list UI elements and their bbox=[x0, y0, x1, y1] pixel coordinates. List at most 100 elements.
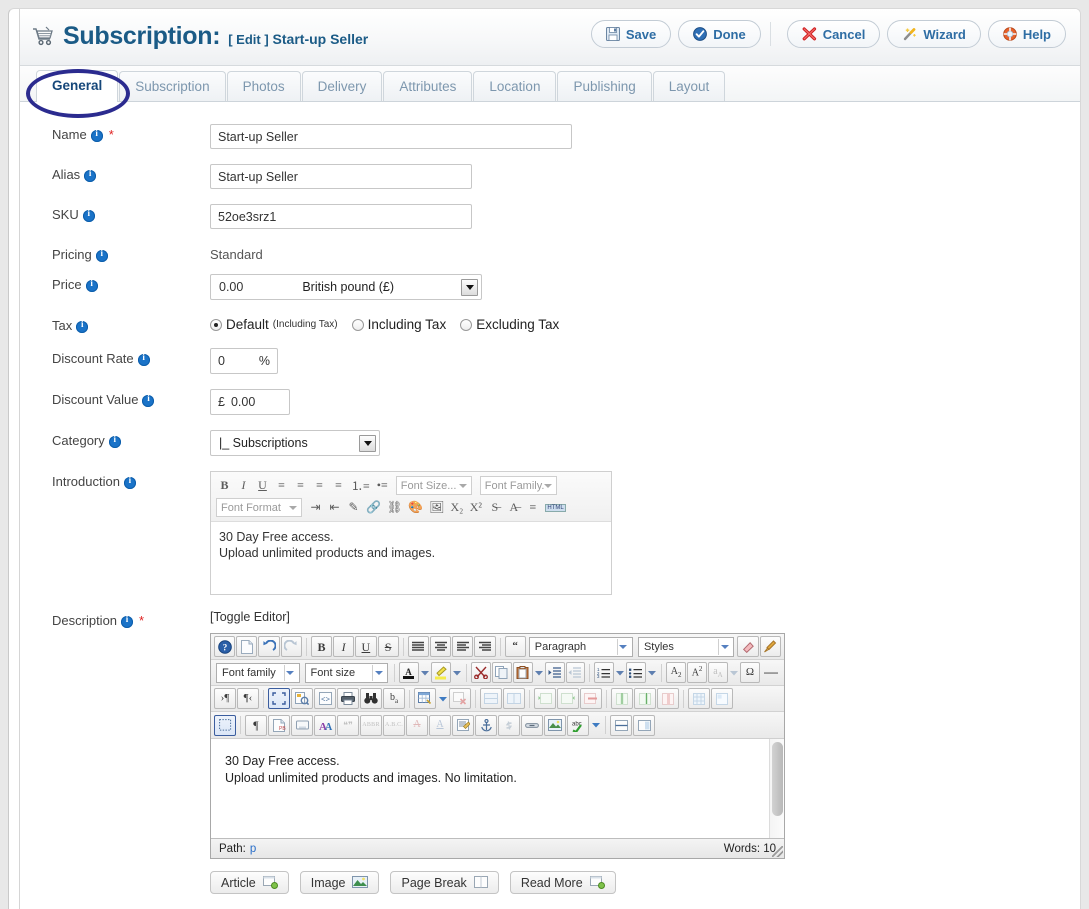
insert-row-after-icon[interactable] bbox=[557, 688, 579, 709]
info-icon[interactable] bbox=[108, 434, 121, 448]
info-icon[interactable] bbox=[76, 319, 89, 333]
info-icon[interactable] bbox=[137, 352, 150, 366]
underline-icon[interactable]: U bbox=[355, 636, 377, 657]
info-icon[interactable] bbox=[142, 393, 155, 407]
info-icon[interactable] bbox=[85, 278, 98, 292]
fullscreen-icon[interactable] bbox=[268, 688, 290, 709]
indent-icon[interactable] bbox=[544, 662, 565, 683]
unlink-icon[interactable] bbox=[498, 714, 520, 736]
align-right-icon[interactable] bbox=[452, 636, 474, 657]
done-button[interactable]: Done bbox=[678, 20, 761, 48]
currency-select-value[interactable]: British pound (£) bbox=[243, 280, 461, 294]
align-left-icon[interactable]: ≡ bbox=[273, 477, 290, 494]
insert-media-icon[interactable] bbox=[291, 714, 313, 736]
radio-icon[interactable] bbox=[351, 318, 364, 331]
source-code-icon[interactable]: <> bbox=[314, 688, 336, 709]
abbreviation-icon[interactable]: ABBR bbox=[360, 714, 382, 736]
styles-text-icon[interactable]: AA bbox=[314, 714, 336, 736]
outdent-icon[interactable]: ⇤ bbox=[326, 499, 343, 516]
numbered-list-icon[interactable]: 123 bbox=[594, 662, 615, 683]
category-select[interactable]: |_ Subscriptions bbox=[210, 430, 380, 456]
scrollbar-thumb[interactable] bbox=[772, 742, 783, 816]
styles-select[interactable]: Styles bbox=[637, 636, 735, 657]
discount-rate-value[interactable]: 0 bbox=[218, 354, 225, 368]
sku-input[interactable] bbox=[210, 204, 472, 229]
numbered-list-dropdown-icon[interactable] bbox=[615, 662, 625, 683]
insert-page-break-button[interactable]: Page Break bbox=[390, 871, 499, 894]
horizontal-split-icon[interactable] bbox=[610, 714, 632, 736]
highlight-color-icon[interactable] bbox=[430, 662, 451, 683]
spellcheck-icon[interactable]: abc bbox=[567, 714, 589, 736]
tax-option-excluding[interactable]: Excluding Tax bbox=[460, 317, 559, 332]
merge-cells-icon[interactable] bbox=[480, 688, 502, 709]
subscript-icon[interactable]: X₂ bbox=[448, 499, 465, 516]
tab-attributes[interactable]: Attributes bbox=[383, 71, 473, 101]
price-value[interactable]: 0.00 bbox=[211, 280, 243, 294]
delete-table-icon[interactable] bbox=[449, 688, 471, 709]
bullet-list-dropdown-icon[interactable] bbox=[647, 662, 657, 683]
insert-image-icon[interactable]: 🖼 bbox=[427, 499, 446, 516]
toggle-editor-link[interactable]: [Toggle Editor] bbox=[210, 610, 1080, 624]
insert-template-icon[interactable] bbox=[452, 714, 474, 736]
align-right-icon[interactable]: ≡ bbox=[311, 477, 328, 494]
rtl-direction-icon[interactable]: ¶‹ bbox=[237, 688, 259, 709]
align-left-icon[interactable] bbox=[407, 636, 429, 657]
remove-formatting-dropdown-icon[interactable] bbox=[729, 662, 739, 683]
blockquote-icon[interactable]: “ bbox=[504, 636, 526, 657]
font-family-select[interactable]: Font family bbox=[216, 662, 300, 683]
tab-delivery[interactable]: Delivery bbox=[301, 71, 383, 101]
name-input[interactable] bbox=[210, 124, 572, 149]
wizard-button[interactable]: Wizard bbox=[887, 20, 981, 48]
delete-column-icon[interactable] bbox=[657, 688, 679, 709]
info-icon[interactable] bbox=[121, 614, 134, 628]
paste-icon[interactable] bbox=[512, 662, 533, 683]
highlight-color-dropdown-icon[interactable] bbox=[452, 662, 462, 683]
align-justify-icon[interactable]: ≡ bbox=[330, 477, 347, 494]
special-character-icon[interactable]: Ω bbox=[740, 662, 760, 683]
tab-subscription[interactable]: Subscription bbox=[119, 71, 226, 101]
print-icon[interactable] bbox=[337, 688, 359, 709]
price-input-group[interactable]: 0.00 British pound (£) bbox=[210, 274, 482, 300]
insert-link-icon[interactable]: 🔗 bbox=[364, 499, 383, 516]
bold-icon[interactable]: B bbox=[216, 477, 233, 494]
info-icon[interactable] bbox=[123, 475, 136, 489]
insert-table-icon[interactable] bbox=[414, 688, 436, 709]
text-color-icon[interactable]: A bbox=[398, 662, 419, 683]
numbered-list-icon[interactable]: ⒈≡ bbox=[349, 477, 372, 494]
remove-formatting-icon[interactable]: aA bbox=[708, 662, 728, 683]
discount-rate-input-group[interactable]: 0 % bbox=[210, 348, 278, 374]
info-icon[interactable] bbox=[82, 208, 95, 222]
strikethrough-icon[interactable]: S bbox=[377, 636, 399, 657]
inserted-text-icon[interactable]: A bbox=[429, 714, 451, 736]
ltr-direction-icon[interactable]: ›¶ bbox=[214, 688, 236, 709]
underline-icon[interactable]: U bbox=[254, 477, 271, 494]
resize-grip[interactable] bbox=[772, 846, 783, 857]
acronym-icon[interactable]: A.B.C. bbox=[383, 714, 405, 736]
outdent-icon[interactable] bbox=[565, 662, 586, 683]
discount-value-amount[interactable]: 0.00 bbox=[231, 395, 255, 409]
unlink-icon[interactable]: ⛓ bbox=[385, 499, 404, 516]
copy-icon[interactable] bbox=[491, 662, 512, 683]
description-content-area[interactable]: 30 Day Free access. Upload unlimited pro… bbox=[211, 738, 784, 838]
alias-input[interactable] bbox=[210, 164, 472, 189]
align-center-icon[interactable] bbox=[429, 636, 452, 657]
new-document-icon[interactable] bbox=[236, 636, 258, 657]
insert-link-icon[interactable] bbox=[521, 714, 543, 736]
align-justify-icon[interactable] bbox=[474, 636, 496, 657]
visual-aid-icon[interactable] bbox=[214, 714, 236, 736]
cleanup-broom-icon[interactable] bbox=[759, 636, 781, 657]
description-scrollbar[interactable] bbox=[769, 739, 784, 838]
tab-location[interactable]: Location bbox=[473, 71, 557, 101]
anchor-icon[interactable] bbox=[475, 714, 497, 736]
page-break-icon[interactable]: PB bbox=[268, 714, 290, 736]
radio-icon[interactable] bbox=[210, 318, 222, 331]
italic-icon[interactable]: I bbox=[333, 636, 355, 657]
bold-icon[interactable]: B bbox=[310, 636, 333, 657]
insert-image-button[interactable]: Image bbox=[299, 871, 380, 894]
help-icon[interactable]: ? bbox=[214, 636, 236, 657]
cut-scissors-icon[interactable] bbox=[470, 662, 491, 683]
strikethrough-icon[interactable]: S̶ bbox=[486, 499, 503, 516]
color-palette-icon[interactable]: 🎨 bbox=[406, 499, 425, 516]
deleted-text-icon[interactable]: A bbox=[406, 714, 428, 736]
bullet-list-icon[interactable] bbox=[626, 662, 647, 683]
